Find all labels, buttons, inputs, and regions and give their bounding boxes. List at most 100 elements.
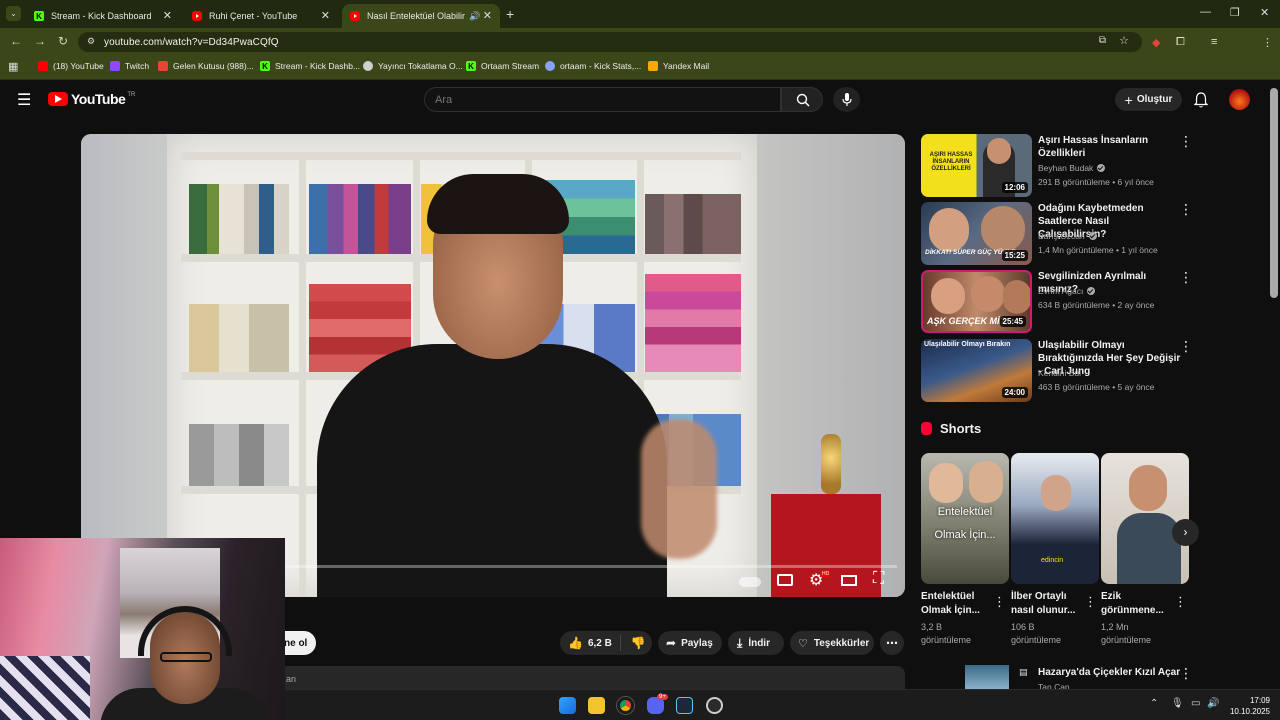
start-windows-icon[interactable] (559, 697, 576, 714)
page-scrollbar[interactable] (1270, 88, 1278, 298)
video-player[interactable]: ⚙ HD ⛶ (81, 134, 905, 597)
voice-search-button[interactable] (833, 87, 860, 112)
like-button[interactable]: 👍 6,2 B (560, 635, 621, 651)
extension-red-icon[interactable]: ◆ (1152, 36, 1160, 49)
more-vert-icon[interactable]: ⋮ (1179, 202, 1193, 216)
media-control-icon[interactable]: ≡ (1211, 36, 1217, 48)
speaker-icon[interactable]: 🔊 (469, 11, 480, 22)
dislike-button[interactable]: 👎 (621, 636, 646, 650)
file-explorer-icon[interactable] (588, 697, 605, 714)
browser-menu-icon[interactable]: ⋮ (1262, 36, 1273, 49)
rec-item[interactable]: AŞIRI HASSAS İNSANLARIN ÖZELLİKLERİ 12:0… (921, 134, 1193, 198)
more-actions-button[interactable]: ⋯ (880, 631, 904, 655)
close-icon[interactable]: ✕ (483, 9, 492, 22)
more-vert-icon[interactable]: ⋮ (1179, 134, 1193, 148)
reload-icon[interactable]: ↻ (58, 34, 68, 48)
youtube-icon (38, 61, 48, 71)
rec-title[interactable]: Aşırı Hassas İnsanların Özellikleri (1038, 134, 1178, 160)
restore-icon[interactable]: ❐ (1230, 6, 1240, 19)
back-icon[interactable]: ← (10, 34, 22, 48)
search-button[interactable] (781, 87, 823, 112)
window-close-icon[interactable]: ✕ (1260, 6, 1269, 19)
install-icon[interactable]: ⧉ (1099, 35, 1106, 46)
rec-thumbnail[interactable] (965, 665, 1009, 689)
tab-kick-dashboard[interactable]: K Stream - Kick Dashboard ✕ (26, 4, 180, 28)
bookmark-yayinci[interactable]: Yayıncı Tokatlama O... (363, 61, 463, 71)
tab-ruhi-cenet[interactable]: Ruhi Çenet - YouTube ✕ (184, 4, 338, 28)
taskbar-clock[interactable]: 17:09 10.10.2025 (1230, 695, 1270, 717)
short-title[interactable]: Entelektüel Olmak İçin... (921, 590, 991, 618)
rec-title[interactable]: Hazarya'da Çiçekler Kızıl Açar (1038, 667, 1180, 678)
chrome-icon[interactable] (617, 697, 634, 714)
more-vert-icon[interactable]: ⋮ (1084, 594, 1097, 610)
thanks-button[interactable]: ♡ Teşekkürler (790, 631, 874, 655)
bookmark-kick[interactable]: K Stream - Kick Dashb... (260, 61, 360, 71)
more-vert-icon[interactable]: ⋮ (1179, 270, 1193, 284)
short-card[interactable]: edincin (1011, 453, 1099, 584)
tray-chevron-icon[interactable]: ⌃ (1150, 698, 1158, 709)
rec-channel[interactable]: Kendini Bul (1038, 368, 1081, 378)
rec-channel[interactable]: Evrim Ağacı (1038, 286, 1096, 296)
mail-icon (648, 61, 658, 71)
rec-item[interactable]: Ulaşılabilir Olmayı Bırakın 24:00 Ulaşıl… (921, 339, 1193, 403)
bookmark-kick-stats[interactable]: ortaam - Kick Stats,... (545, 61, 641, 71)
youtube-logo[interactable]: YouTube TR (48, 91, 135, 107)
shorts-next-arrow[interactable]: › (1172, 519, 1199, 546)
more-vert-icon[interactable]: ⋮ (1179, 665, 1193, 682)
tray-mic-icon[interactable]: 🎙 (1171, 698, 1184, 709)
account-avatar[interactable] (1229, 89, 1250, 110)
rec-item[interactable]: ▤ Hazarya'da Çiçekler Kızıl Açar Tan Can… (965, 665, 1193, 692)
tab-search-icon[interactable]: ⌄ (6, 6, 21, 21)
steam-icon[interactable] (676, 697, 693, 714)
forward-icon[interactable]: → (34, 34, 46, 48)
bookmark-yandex-mail[interactable]: Yandex Mail (648, 61, 709, 71)
rec-item[interactable]: DİKKAT! SÜPER GÜÇ YÜKLE 15:25 Odağını Ka… (921, 202, 1193, 266)
more-vert-icon[interactable]: ⋮ (1174, 594, 1187, 610)
site-info-icon[interactable]: ⚙ (87, 36, 95, 47)
close-icon[interactable]: ✕ (163, 9, 172, 22)
rec-item[interactable]: AŞK GERÇEK Mİ? 25:45 Sevgilinizden Ayrıl… (921, 270, 1193, 334)
fullscreen-icon[interactable]: ⛶ (873, 570, 884, 588)
rec-thumbnail[interactable]: DİKKAT! SÜPER GÜÇ YÜKLE 15:25 (921, 202, 1032, 265)
tray-network-icon[interactable]: ▭ (1191, 698, 1200, 709)
like-count: 6,2 B (587, 637, 612, 649)
create-button[interactable]: + Oluştur (1115, 88, 1182, 111)
bookmark-ortaam-stream[interactable]: K Ortaam Stream (466, 61, 539, 71)
download-button[interactable]: ⤓ İndir (728, 631, 784, 655)
more-vert-icon[interactable]: ⋮ (993, 594, 1006, 610)
short-card[interactable] (1101, 453, 1189, 584)
address-bar[interactable]: ⚙ youtube.com/watch?v=Dd34PwaCQfQ ⧉ ☆ (78, 32, 1142, 52)
rec-channel[interactable]: Barış Özcan (1038, 231, 1097, 241)
rec-thumbnail[interactable]: AŞIRI HASSAS İNSANLARIN ÖZELLİKLERİ 12:0… (921, 134, 1032, 197)
share-button[interactable]: ➦ Paylaş (658, 631, 722, 655)
new-tab-icon[interactable]: + (506, 6, 514, 22)
notifications-bell-icon[interactable] (1194, 92, 1208, 108)
short-title[interactable]: Ezik görünmene... (1101, 590, 1171, 618)
hamburger-menu-icon[interactable]: ☰ (17, 90, 31, 110)
gmail-icon (158, 61, 168, 71)
autoplay-toggle[interactable] (739, 577, 761, 587)
rec-thumbnail[interactable]: Ulaşılabilir Olmayı Bırakın 24:00 (921, 339, 1032, 402)
apps-grid-icon[interactable]: ▦ (8, 60, 18, 73)
bookmark-youtube[interactable]: (18) YouTube (38, 61, 104, 71)
rec-thumbnail[interactable]: AŞK GERÇEK Mİ? 25:45 (921, 270, 1032, 333)
tray-volume-icon[interactable]: 🔊 (1207, 698, 1219, 709)
close-icon[interactable]: ✕ (321, 9, 330, 22)
tab-current-video[interactable]: Nasıl Entelektüel Olabilirsin 🔊 ✕ (342, 4, 500, 28)
short-card[interactable]: Entelektüel Olmak İçin... (921, 453, 1009, 584)
browser-tab-strip: ⌄ K Stream - Kick Dashboard ✕ Ruhi Çenet… (0, 0, 1280, 28)
short-title[interactable]: İlber Ortaylı nasıl olunur... (1011, 590, 1081, 618)
extensions-puzzle-icon[interactable]: ⧠ (1176, 36, 1185, 49)
search-input[interactable] (424, 87, 781, 112)
bookmark-gmail[interactable]: Gelen Kutusu (988)... (158, 61, 254, 71)
subtitles-icon[interactable] (777, 574, 793, 586)
obs-icon[interactable] (706, 697, 723, 714)
thumbs-down-icon: 👎 (630, 636, 646, 650)
bookmark-twitch[interactable]: Twitch (110, 61, 149, 71)
more-vert-icon[interactable]: ⋮ (1179, 339, 1193, 353)
minimize-icon[interactable]: — (1200, 6, 1211, 18)
theater-mode-icon[interactable] (841, 575, 857, 586)
rec-channel[interactable]: Beyhan Budak (1038, 163, 1106, 173)
bookmark-star-icon[interactable]: ☆ (1119, 34, 1129, 47)
bookmark-label: Gelen Kutusu (988)... (173, 61, 254, 71)
